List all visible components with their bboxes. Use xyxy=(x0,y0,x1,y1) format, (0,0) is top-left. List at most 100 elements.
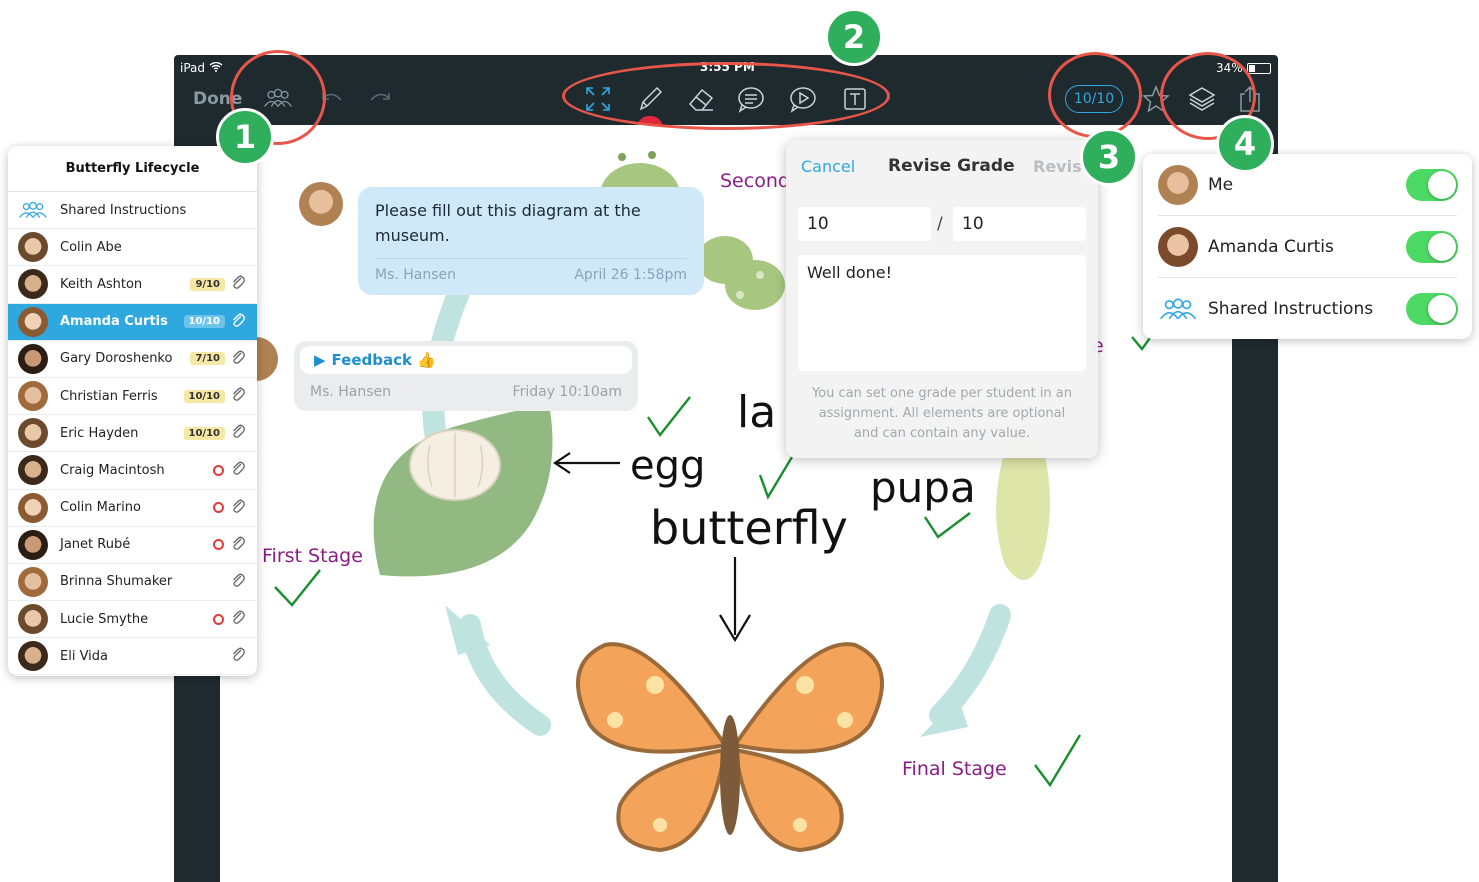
group-icon xyxy=(18,195,48,225)
paperclip-icon xyxy=(231,386,245,406)
revise-grade-popover: Cancel Revise Grade Revise 10 / 10 Well … xyxy=(786,140,1098,458)
layer-toggle[interactable] xyxy=(1406,168,1458,201)
undo-icon[interactable] xyxy=(314,82,350,116)
callout-badge-2: 2 xyxy=(825,8,883,66)
student-name: Colin Marino xyxy=(60,500,141,516)
fullscreen-icon[interactable] xyxy=(580,82,616,116)
paperclip-icon xyxy=(231,349,245,369)
layer-row-me[interactable]: Me xyxy=(1143,154,1472,215)
status-battery: 34% xyxy=(1216,60,1271,76)
student-name: Lucie Smythe xyxy=(60,611,149,627)
layer-toggle[interactable] xyxy=(1406,292,1458,325)
student-row[interactable]: Colin Marino xyxy=(8,490,257,527)
student-name: Craig Macintosh xyxy=(60,462,165,478)
revise-grade-title: Revise Grade xyxy=(888,156,1015,176)
student-row[interactable]: Eli Vida xyxy=(8,638,257,676)
cancel-button[interactable]: Cancel xyxy=(801,157,855,176)
group-icon xyxy=(1158,289,1198,329)
star-icon[interactable] xyxy=(1138,82,1174,116)
avatar xyxy=(18,232,48,263)
avatar xyxy=(18,529,48,560)
pencil-icon[interactable] xyxy=(632,82,668,116)
handwriting-butterfly: butterfly xyxy=(650,501,848,555)
layer-row-shared[interactable]: Shared Instructions xyxy=(1143,278,1472,339)
comment-field[interactable]: Well done! xyxy=(798,255,1086,371)
grade-badge: 10/10 xyxy=(183,426,225,440)
avatar xyxy=(18,641,48,672)
text-icon[interactable] xyxy=(837,82,873,116)
out-of-field[interactable]: 10 xyxy=(953,207,1086,241)
student-row[interactable]: Colin Abe xyxy=(8,229,257,267)
butterfly-shape xyxy=(576,642,884,853)
score-separator: / xyxy=(937,214,943,234)
student-row[interactable]: Keith Ashton 9/10 xyxy=(8,266,257,304)
student-list-panel: Butterfly Lifecycle Shared Instructions … xyxy=(8,146,257,676)
avatar xyxy=(18,343,48,374)
student-name: Gary Doroshenko xyxy=(60,351,173,367)
screenshot-stage: { "status_bar": { "device": "iPad", "tim… xyxy=(0,0,1479,882)
arrow-to-egg xyxy=(553,452,620,474)
student-name: Amanda Curtis xyxy=(60,314,168,330)
grade-badge: 7/10 xyxy=(190,352,225,366)
pending-icon xyxy=(213,464,224,476)
wifi-icon xyxy=(209,61,223,75)
student-name: Keith Ashton xyxy=(60,276,143,292)
student-row[interactable]: Christian Ferris 10/10 xyxy=(8,378,257,416)
grade-badge: 9/10 xyxy=(190,277,225,291)
message-date: April 26 1:58pm xyxy=(574,267,687,283)
instruction-text: Please fill out this diagram at the muse… xyxy=(375,201,641,245)
student-row[interactable]: Lucie Smythe xyxy=(8,601,257,639)
shared-instructions-label: Shared Instructions xyxy=(60,202,187,218)
redo-icon[interactable] xyxy=(362,82,398,116)
checkmark xyxy=(1034,734,1082,788)
paperclip-icon xyxy=(231,572,245,592)
feedback-label: Feedback 👍 xyxy=(331,351,436,369)
avatar xyxy=(18,306,48,337)
student-row[interactable]: Brinna Shumaker xyxy=(8,564,257,602)
avatar xyxy=(18,566,48,597)
message-author: Ms. Hansen xyxy=(375,267,457,283)
layer-toggle[interactable] xyxy=(1406,230,1458,263)
paperclip-icon xyxy=(231,535,245,555)
students-icon[interactable] xyxy=(260,82,296,116)
stage-label-first: First Stage xyxy=(262,545,363,567)
teacher-avatar xyxy=(299,182,343,226)
feedback-play-button[interactable]: ▶ Feedback 👍 xyxy=(300,346,632,374)
layer-label: Shared Instructions xyxy=(1208,298,1374,319)
instruction-message[interactable]: Please fill out this diagram at the muse… xyxy=(358,187,704,295)
shared-instructions-item[interactable]: Shared Instructions xyxy=(8,192,257,230)
student-name: Janet Rubé xyxy=(60,537,131,553)
pending-icon xyxy=(213,539,224,551)
checkmark xyxy=(647,396,691,438)
message-divider xyxy=(375,258,687,259)
checkmark xyxy=(758,456,794,500)
play-icon[interactable] xyxy=(785,82,821,116)
student-row[interactable]: Craig Macintosh xyxy=(8,452,257,490)
avatar xyxy=(18,492,48,523)
feedback-message[interactable]: ▶ Feedback 👍 Ms. Hansen Friday 10:10am xyxy=(294,341,638,411)
student-name: Eric Hayden xyxy=(60,425,139,441)
paperclip-icon xyxy=(231,646,245,666)
avatar xyxy=(18,381,48,412)
paperclip-icon xyxy=(231,312,245,332)
share-icon[interactable] xyxy=(1232,82,1268,116)
paperclip-icon xyxy=(231,423,245,443)
student-row[interactable]: Gary Doroshenko 7/10 xyxy=(8,341,257,378)
paperclip-icon xyxy=(231,609,245,629)
score-field[interactable]: 10 xyxy=(798,207,931,241)
comment-icon[interactable] xyxy=(733,82,769,116)
student-row[interactable]: Janet Rubé xyxy=(8,527,257,564)
student-row[interactable]: Amanda Curtis 10/10 xyxy=(8,303,257,341)
eraser-icon[interactable] xyxy=(683,82,719,116)
layer-row-student[interactable]: Amanda Curtis xyxy=(1143,216,1472,277)
student-row[interactable]: Eric Hayden 10/10 xyxy=(8,415,257,453)
layers-icon[interactable] xyxy=(1184,82,1220,116)
grade-button[interactable]: 10/10 xyxy=(1065,85,1123,113)
stage-label-final: Final Stage xyxy=(902,758,1007,780)
status-time: 3:55 PM xyxy=(700,60,755,74)
callout-badge-1: 1 xyxy=(216,108,274,166)
grade-badge: 10/10 xyxy=(183,389,225,403)
stage-label-second: Second xyxy=(720,170,790,192)
avatar xyxy=(1158,226,1198,267)
done-button[interactable]: Done xyxy=(193,89,242,109)
